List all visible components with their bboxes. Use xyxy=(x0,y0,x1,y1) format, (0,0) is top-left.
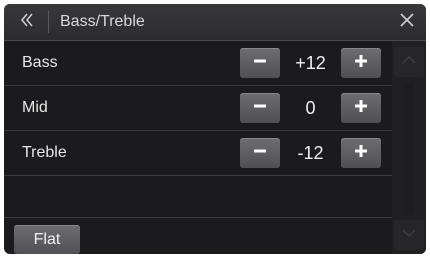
scroll-track[interactable] xyxy=(404,83,414,215)
page-title: Bass/Treble xyxy=(60,13,145,30)
minus-icon xyxy=(252,98,268,119)
flat-button[interactable]: Flat xyxy=(14,225,80,254)
footer-divider xyxy=(4,217,392,218)
scroll-up-button[interactable] xyxy=(394,47,424,77)
treble-stepper: -12 xyxy=(240,138,381,168)
plus-icon xyxy=(353,98,369,119)
treble-row: Treble -12 xyxy=(4,131,392,176)
treble-increase-button[interactable] xyxy=(341,138,381,168)
chevron-up-icon xyxy=(401,53,417,71)
mid-decrease-button[interactable] xyxy=(240,93,280,123)
settings-list: Bass +12 Mid 0 Treble -12 xyxy=(4,41,392,217)
scroll-down-button[interactable] xyxy=(394,220,424,250)
bass-decrease-button[interactable] xyxy=(240,48,280,78)
plus-icon xyxy=(353,53,369,74)
plus-icon xyxy=(353,143,369,164)
title-divider xyxy=(48,11,49,33)
mid-stepper: 0 xyxy=(240,93,381,123)
minus-icon xyxy=(252,143,268,164)
bass-increase-button[interactable] xyxy=(341,48,381,78)
bass-label: Bass xyxy=(22,54,58,71)
mid-value: 0 xyxy=(305,98,316,118)
treble-label: Treble xyxy=(22,144,67,161)
bass-value: +12 xyxy=(295,53,326,73)
mid-increase-button[interactable] xyxy=(341,93,381,123)
close-icon xyxy=(400,12,414,32)
bass-row: Bass +12 xyxy=(4,41,392,86)
back-button[interactable] xyxy=(12,9,42,35)
mid-row: Mid 0 xyxy=(4,86,392,131)
bass-stepper: +12 xyxy=(240,48,381,78)
close-button[interactable] xyxy=(392,8,422,36)
treble-value: -12 xyxy=(297,143,324,163)
double-chevron-left-icon xyxy=(19,12,35,33)
minus-icon xyxy=(252,53,268,74)
chevron-down-icon xyxy=(401,226,417,244)
title-bar: Bass/Treble xyxy=(4,4,426,41)
mid-label: Mid xyxy=(22,99,48,116)
bass-treble-screen: Bass/Treble Bass +12 Mid 0 Treble -12 Fl… xyxy=(4,4,426,254)
scrollbar[interactable] xyxy=(392,41,426,254)
treble-decrease-button[interactable] xyxy=(240,138,280,168)
